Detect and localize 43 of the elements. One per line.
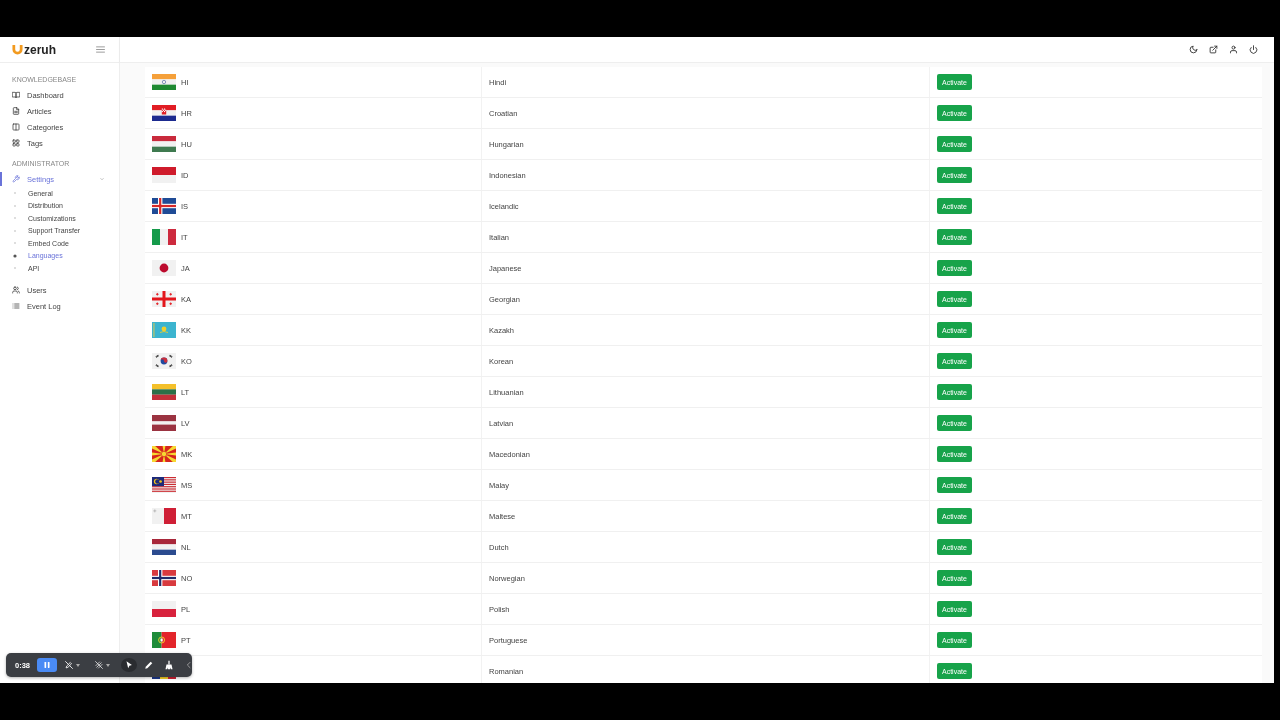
flag-icon bbox=[152, 260, 176, 276]
flag-icon bbox=[152, 384, 176, 400]
menu-icon[interactable] bbox=[96, 46, 105, 53]
flag-icon bbox=[152, 415, 176, 431]
flag-icon bbox=[152, 167, 176, 183]
flag-icon bbox=[152, 105, 176, 121]
flag-icon bbox=[152, 539, 176, 555]
chevron-left-icon bbox=[184, 660, 194, 670]
flag-icon bbox=[152, 353, 176, 369]
pencil-icon bbox=[144, 660, 154, 670]
users-icon bbox=[12, 286, 20, 294]
flag-icon bbox=[152, 198, 176, 214]
flag-icon bbox=[152, 229, 176, 245]
columns-icon bbox=[12, 123, 20, 131]
grid-icon bbox=[12, 139, 20, 147]
flag-icon bbox=[152, 136, 176, 152]
flag-icon bbox=[152, 322, 176, 338]
pointer-button[interactable] bbox=[121, 658, 137, 672]
flag-icon bbox=[152, 74, 176, 90]
list-icon bbox=[12, 302, 20, 310]
flag-icon bbox=[152, 446, 176, 462]
pen-slash-icon bbox=[64, 660, 74, 670]
book-icon bbox=[12, 91, 20, 99]
flag-icon bbox=[152, 601, 176, 617]
broom-icon bbox=[164, 660, 174, 670]
flag-icon bbox=[152, 508, 176, 524]
pause-button[interactable] bbox=[37, 658, 57, 672]
flag-icon bbox=[152, 570, 176, 586]
flag-icon bbox=[152, 632, 176, 648]
dot-icon bbox=[13, 253, 17, 258]
flag-icon bbox=[152, 477, 176, 493]
pause-icon bbox=[42, 660, 52, 670]
moon-icon[interactable] bbox=[1189, 45, 1198, 54]
striped-slash-icon bbox=[94, 660, 104, 670]
brand-name: zeruh bbox=[24, 42, 56, 57]
flag-icon bbox=[152, 291, 176, 307]
user-icon[interactable] bbox=[1229, 45, 1238, 54]
logo-icon bbox=[12, 43, 23, 56]
cursor-icon bbox=[124, 660, 134, 670]
external-link-icon[interactable] bbox=[1209, 45, 1218, 54]
file-icon bbox=[12, 107, 20, 115]
power-icon[interactable] bbox=[1249, 45, 1258, 54]
wrench-icon bbox=[12, 175, 20, 183]
